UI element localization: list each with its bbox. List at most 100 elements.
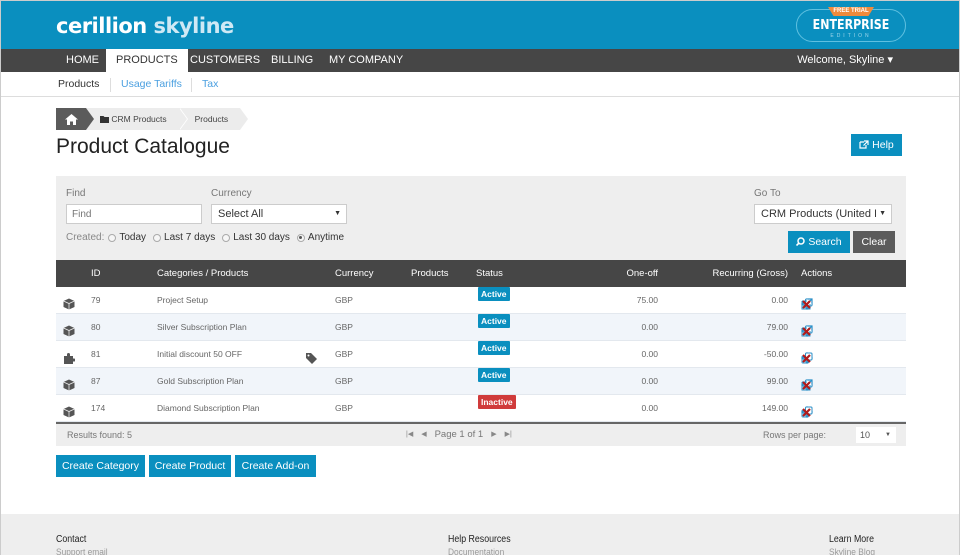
row-currency: GBP [335,376,353,386]
radio-selected-icon [296,233,305,242]
col-recurring[interactable]: Recurring (Gross) [696,260,789,287]
col-currency[interactable]: Currency [335,260,374,287]
row-currency: GBP [335,322,353,332]
status-badge: Active [478,341,510,355]
table-row[interactable]: 79 Project Setup GBP Active 75.00 0.00 [56,287,906,314]
row-name[interactable]: Gold Subscription Plan [157,368,243,395]
radio-last-7-days[interactable]: Last 7 days [153,232,215,243]
edition-subtitle: EDITION [830,33,872,39]
status-badge: Active [478,314,510,328]
rows-per-page-select[interactable]: 10 ▼ [856,427,896,443]
radio-icon [153,233,162,242]
brand-logo[interactable]: cerillion skyline [56,14,234,38]
rows-per-page-value: 10 [860,430,871,440]
goto-select[interactable]: CRM Products (United Ki ▼ [754,204,892,224]
next-page-icon[interactable]: ▶ [491,424,496,446]
breadcrumb-crm-products[interactable]: CRM Products [86,108,188,130]
rows-per-page-label: Rows per page: [762,430,826,440]
currency-select[interactable]: Select All ▼ [211,204,347,224]
nav-my-company[interactable]: MY COMPANY [319,49,413,72]
chevron-down-icon: ▼ [876,205,886,223]
folder-icon [100,116,109,123]
nav-billing[interactable]: BILLING [261,49,323,72]
clear-button[interactable]: Clear [853,231,895,253]
delete-icon[interactable] [801,375,812,390]
radio-last-30-days[interactable]: Last 30 days [222,232,290,243]
delete-icon[interactable] [801,348,812,363]
row-recurring: 79.00 [766,322,788,332]
row-one-off: 0.00 [641,376,658,386]
breadcrumb-home[interactable] [56,108,94,130]
enterprise-trial-badge[interactable]: FREE TRIAL ENTERPRISE EDITION [796,7,906,42]
row-one-off: 75.00 [636,295,658,305]
col-products[interactable]: Products [411,260,449,287]
row-id: 81 [91,349,101,359]
created-label: Created: [66,232,105,243]
main-nav: HOME PRODUCTS CUSTOMERS BILLING MY COMPA… [1,49,959,72]
subnav-products[interactable]: Products [58,72,99,97]
free-trial-ribbon: FREE TRIAL [828,7,874,16]
last-page-icon[interactable]: ▶| [505,424,512,446]
radio-label: Today [119,232,147,243]
help-button[interactable]: Help [851,134,902,156]
delete-icon[interactable] [801,321,812,336]
breadcrumb-products[interactable]: Products [178,108,249,130]
create-product-button[interactable]: Create Product [149,455,231,477]
col-id[interactable]: ID [91,260,101,287]
breadcrumb-label: Products [194,114,229,124]
create-category-button[interactable]: Create Category [56,455,145,477]
footer-link-documentation[interactable]: Documentation [448,547,511,555]
goto-value: CRM Products (United Ki [761,208,884,220]
create-add-on-button[interactable]: Create Add-on [235,455,316,477]
status-badge: Active [478,287,510,301]
find-input[interactable] [66,204,202,224]
delete-icon[interactable] [801,294,812,309]
footer-link-support-email[interactable]: Support email [56,547,108,555]
row-name[interactable]: Diamond Subscription Plan [157,395,260,422]
nav-products[interactable]: PRODUCTS [106,49,188,72]
search-label: Search [808,236,842,248]
top-bar: cerillion skyline FREE TRIAL ENTERPRISE … [1,1,959,49]
sub-nav: Products Usage Tariffs Tax [1,72,959,97]
row-id: 174 [91,403,106,413]
table-row[interactable]: 80 Silver Subscription Plan GBP Active 0.00 7… [56,314,906,341]
col-categories-products[interactable]: Categories / Products [157,260,248,287]
table-row[interactable]: 87 Gold Subscription Plan GBP Active 0.00 99.… [56,368,906,395]
tag-icon [306,348,317,364]
prev-page-icon[interactable]: ◀ [421,424,426,446]
home-icon [64,113,78,125]
row-currency: GBP [335,295,353,305]
col-status[interactable]: Status [476,260,503,287]
external-link-icon [859,140,869,149]
subnav-usage-tariffs[interactable]: Usage Tariffs [121,72,182,97]
product-table: ID Categories / Products Currency Produc… [56,260,906,446]
subnav-tax[interactable]: Tax [202,72,218,97]
footer-link-skyline-blog[interactable]: Skyline Blog [829,547,875,555]
row-name[interactable]: Initial discount 50 OFF [157,341,242,368]
row-name[interactable]: Project Setup [157,287,208,314]
row-one-off: 0.00 [641,403,658,413]
table-row[interactable]: 174 Diamond Subscription Plan GBP Inactive 0… [56,395,906,422]
nav-customers[interactable]: CUSTOMERS [180,49,270,72]
table-header: ID Categories / Products Currency Produc… [56,260,906,306]
footer-help-resources: Help Resources Documentation [448,534,519,555]
nav-home[interactable]: HOME [56,49,109,72]
table-row[interactable]: 81 Initial discount 50 OFF GBP Active 0.00 -5… [56,341,906,368]
radio-today[interactable]: Today [108,232,146,243]
row-recurring: -50.00 [763,349,788,359]
radio-anytime[interactable]: Anytime [296,232,344,243]
currency-label: Currency [211,188,252,199]
row-recurring: 0.00 [771,295,788,305]
row-name[interactable]: Silver Subscription Plan [157,314,247,341]
cube-icon [63,375,75,391]
first-page-icon[interactable]: |◀ [406,424,413,446]
user-menu[interactable]: Welcome, Skyline ▾ [797,49,893,72]
delete-icon[interactable] [801,402,812,417]
breadcrumb-label: CRM Products [111,114,167,124]
subnav-divider [110,78,111,92]
cube-icon [63,321,75,337]
filter-panel: Find Currency Select All ▼ Created: Toda… [56,176,906,260]
col-actions: Actions [801,268,833,279]
goto-label: Go To [754,188,781,199]
search-button[interactable]: Search [788,231,850,253]
